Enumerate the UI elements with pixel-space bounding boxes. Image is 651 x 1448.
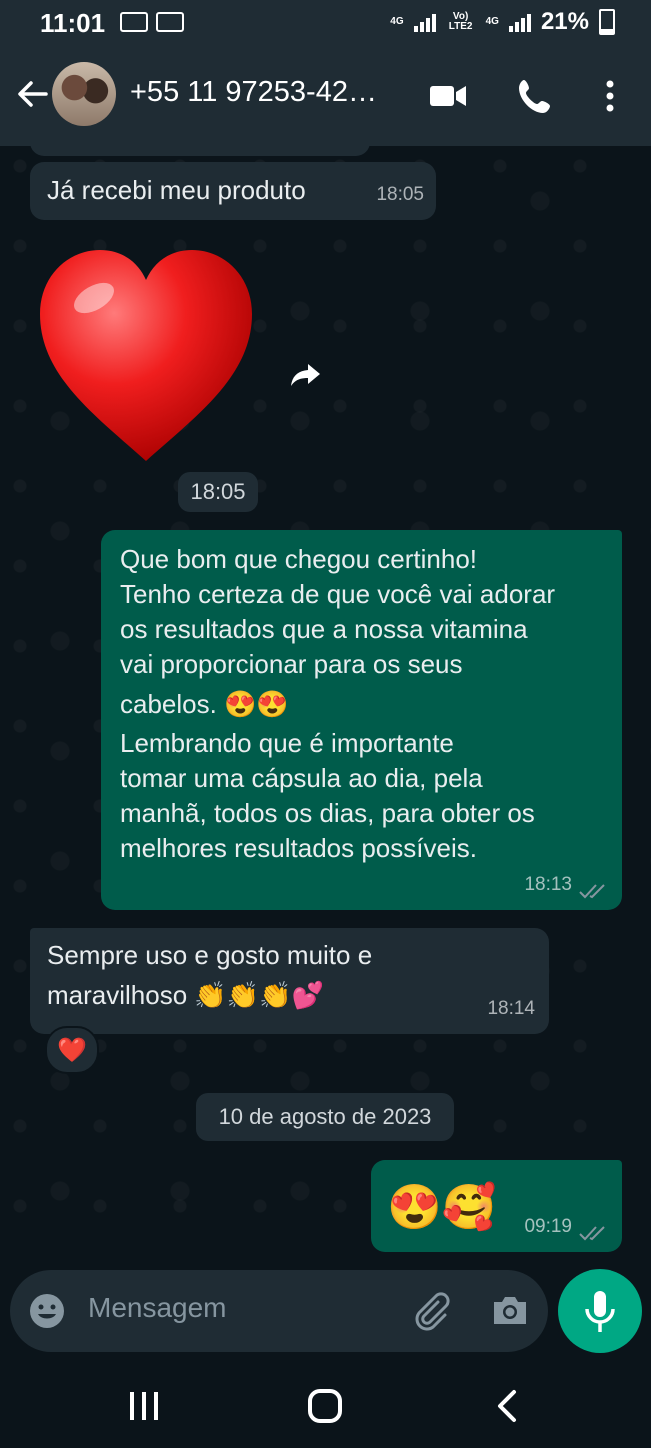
status-notification-icons	[120, 12, 184, 32]
microphone-icon	[585, 1291, 615, 1332]
voicemail-icon	[120, 12, 148, 32]
message-emoji: 😍🥰	[387, 1183, 497, 1232]
contact-name[interactable]: +55 11 97253-42…	[130, 76, 410, 109]
message-line: Tenho certeza de que você vai adorar	[120, 579, 556, 609]
message-line: Lembrando que é importante	[120, 728, 454, 758]
battery-icon	[599, 9, 615, 35]
heart-sticker[interactable]	[36, 246, 256, 466]
mic-button[interactable]	[558, 1269, 642, 1353]
message-line: cabelos. 😍😍	[120, 689, 289, 719]
message-time: 09:19	[524, 1216, 572, 1237]
read-ticks-icon	[579, 884, 605, 899]
camera-icon[interactable]	[490, 1292, 530, 1330]
chat-area[interactable]: Já recebi meu produto 18:05 18:05 Que bo…	[0, 146, 651, 1268]
message-composer[interactable]: Mensagem	[10, 1270, 548, 1352]
sticker-time: 18:05	[178, 472, 258, 512]
contact-avatar[interactable]	[52, 62, 116, 126]
chat-header: +55 11 97253-42…	[0, 46, 651, 146]
message-line: manhã, todos os dias, para obter os	[120, 798, 535, 828]
signal-icon-2	[508, 12, 531, 32]
message-line: maravilhoso 👏👏👏💕	[47, 980, 324, 1010]
network-label-1: 4G	[390, 16, 404, 27]
nav-back-icon[interactable]	[484, 1386, 534, 1428]
message-line: Sempre uso e gosto muito e	[47, 940, 373, 970]
forward-icon[interactable]	[284, 354, 328, 398]
message-time: 18:14	[487, 998, 535, 1019]
previous-message-partial	[30, 146, 370, 156]
more-options-icon[interactable]	[590, 74, 634, 118]
phone-icon[interactable]	[514, 74, 558, 118]
message-line: os resultados que a nossa vitamina	[120, 614, 528, 644]
screen-icon	[156, 12, 184, 32]
network-label-3: 4G	[485, 16, 499, 27]
reaction-badge[interactable]: ❤️	[45, 1026, 99, 1074]
message-incoming-2[interactable]: Sempre uso e gosto muito e maravilhoso 👏…	[30, 928, 549, 1034]
message-time: 18:13	[524, 874, 572, 895]
message-line: Que bom que chegou certinho!	[120, 544, 478, 574]
home-icon[interactable]	[300, 1386, 350, 1428]
video-call-icon[interactable]	[426, 74, 470, 118]
signal-icon-1	[413, 12, 436, 32]
emoji-icon[interactable]	[28, 1292, 66, 1330]
attach-icon[interactable]	[410, 1290, 452, 1332]
message-text-block: Sempre uso e gosto muito e maravilhoso 👏…	[47, 938, 372, 1017]
message-line: melhores resultados possíveis.	[120, 833, 477, 863]
battery-percentage: 21%	[540, 8, 589, 35]
back-arrow-icon[interactable]	[12, 74, 52, 114]
message-input[interactable]: Mensagem	[88, 1292, 227, 1324]
read-ticks-icon	[579, 1226, 605, 1241]
message-outgoing-1[interactable]: Que bom que chegou certinho! Tenho certe…	[101, 530, 622, 910]
message-text: Já recebi meu produto	[47, 175, 306, 205]
message-line: vai proporcionar para os seus	[120, 649, 463, 679]
status-time: 11:01	[40, 8, 106, 38]
status-bar: 11:01 4G Vo) LTE2 4G 21%	[0, 0, 651, 46]
system-nav-bar	[0, 1364, 651, 1448]
message-time: 18:05	[376, 184, 424, 205]
status-right-icons: 4G Vo) LTE2 4G 21%	[390, 8, 615, 36]
message-text-block: Que bom que chegou certinho! Tenho certe…	[120, 542, 555, 866]
date-divider: 10 de agosto de 2023	[196, 1093, 454, 1141]
message-line: tomar uma cápsula ao dia, pela	[120, 763, 483, 793]
message-incoming-1[interactable]: Já recebi meu produto 18:05	[30, 162, 436, 220]
recent-apps-icon[interactable]	[120, 1386, 170, 1428]
message-outgoing-2[interactable]: 😍🥰 09:19	[371, 1160, 622, 1252]
network-label-2: Vo) LTE2	[448, 11, 473, 32]
reaction-heart: ❤️	[57, 1036, 87, 1064]
